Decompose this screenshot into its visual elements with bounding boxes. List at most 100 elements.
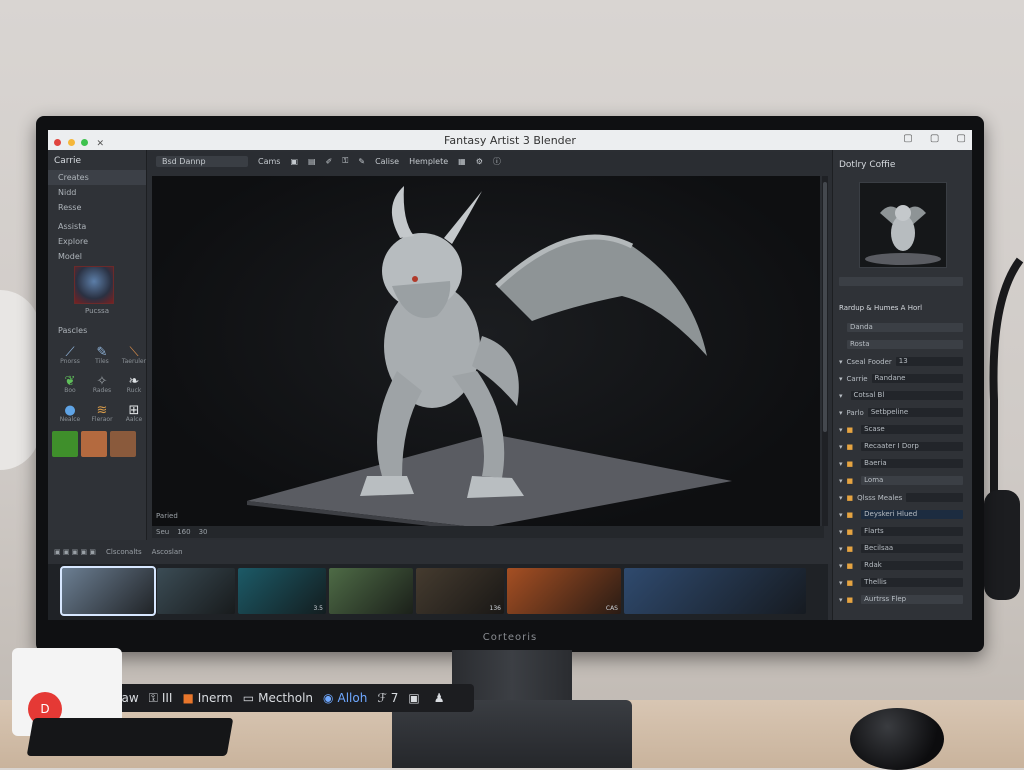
close-icon[interactable]: ▢ <box>957 133 966 144</box>
property-row[interactable]: ▾ ■ Flarts <box>839 526 963 537</box>
filmstrip-frame[interactable] <box>329 568 413 614</box>
model-thumbnail[interactable] <box>74 266 114 304</box>
3d-viewport[interactable]: Paried <box>152 176 820 526</box>
property-row[interactable]: Danda <box>839 322 963 333</box>
property-row[interactable]: ▾ ■ Loma <box>839 475 963 486</box>
property-value[interactable]: 13 <box>895 357 963 366</box>
filmstrip-frame[interactable] <box>60 566 156 616</box>
chevron-down-icon[interactable]: ▾ <box>839 494 843 502</box>
chevron-down-icon[interactable]: ▾ <box>839 511 843 519</box>
chevron-down-icon[interactable]: ▾ <box>839 392 843 400</box>
taskbar-item[interactable]: ■ Inerm <box>182 691 232 705</box>
chevron-down-icon[interactable]: ▾ <box>839 375 843 383</box>
filmstrip-icon[interactable]: ▣ ▣ ▣ ▣ ▣ <box>54 548 96 556</box>
tree-item-0[interactable]: Creates <box>48 170 146 185</box>
info-icon[interactable]: ⓘ <box>493 156 501 167</box>
property-value[interactable]: Aurtrss Flep <box>861 595 963 604</box>
tree-item-1[interactable]: Nidd <box>48 185 146 200</box>
property-row[interactable]: ▾ ■ Recaater I Dorp <box>839 441 963 452</box>
chevron-down-icon[interactable]: ▾ <box>839 409 843 417</box>
property-row[interactable]: Rosta <box>839 339 963 350</box>
scene-search-field[interactable]: Bsd Dannp <box>156 155 248 167</box>
property-value[interactable]: Scase <box>861 425 963 434</box>
filmstrip-frame[interactable]: CAS <box>507 568 621 614</box>
chevron-down-icon[interactable]: ▾ <box>839 477 843 485</box>
filmstrip-tab[interactable]: Ascoslan <box>152 548 183 556</box>
filmstrip-frame[interactable] <box>157 568 235 614</box>
tree-item-2[interactable]: Resse <box>48 200 146 215</box>
property-value[interactable]: Loma <box>861 476 963 485</box>
chevron-down-icon[interactable]: ▾ <box>839 562 843 570</box>
chevron-down-icon[interactable]: ▾ <box>839 358 843 366</box>
layers-icon[interactable]: ▤ <box>308 157 316 166</box>
toolbar-item-cams[interactable]: Cams <box>258 157 280 166</box>
property-row[interactable]: ▾ Carrie Randane <box>839 373 963 384</box>
chevron-down-icon[interactable]: ▾ <box>839 545 843 553</box>
property-row[interactable]: ▾ ■ Deyskeri Hlued <box>839 509 963 520</box>
property-row[interactable]: ▾ Cotsal Bl <box>839 390 963 401</box>
property-value[interactable]: Thellis <box>861 578 963 587</box>
toolbar-item-hemplete[interactable]: Hemplete <box>409 157 448 166</box>
grid-icon[interactable]: ▦ <box>458 157 466 166</box>
lock-icon[interactable]: ⚿ <box>342 156 348 166</box>
paint-icon[interactable]: ✐ <box>326 157 333 166</box>
property-row[interactable]: ▾ Cseal Fooder 13 <box>839 356 963 367</box>
chevron-down-icon[interactable]: ▾ <box>839 528 843 536</box>
taskbar-item[interactable]: ℱ7 <box>377 691 398 705</box>
chevron-down-icon[interactable]: ▾ <box>839 443 843 451</box>
pencil-icon[interactable]: ✎ <box>358 157 365 166</box>
taskbar-item[interactable]: ▭ Mectholn <box>243 691 313 705</box>
filmstrip-tab[interactable]: Clsconalts <box>106 548 142 556</box>
toolbar-item-calise[interactable]: Calise <box>375 157 399 166</box>
save-icon[interactable]: ▣ <box>290 157 298 166</box>
brush-label: Rades <box>92 387 112 394</box>
settings-icon[interactable]: ⚙ <box>476 157 483 166</box>
property-value[interactable] <box>906 493 963 502</box>
filmstrip-frame[interactable]: 3.5 <box>238 568 326 614</box>
swatch-brown[interactable] <box>110 431 136 457</box>
right-panel-tabs[interactable]: Rardup & Humes A Horl <box>839 302 963 313</box>
chevron-down-icon[interactable]: ▾ <box>839 596 843 604</box>
property-value[interactable]: Rosta <box>847 340 963 349</box>
filmstrip-frame[interactable] <box>624 568 806 614</box>
taskbar-label: Alloh <box>337 691 368 705</box>
taskbar-item[interactable]: ⚿ III <box>149 691 173 706</box>
property-value[interactable]: Baeria <box>861 459 963 468</box>
slider-track[interactable] <box>839 277 963 286</box>
filmstrip-frame[interactable]: 136 <box>416 568 504 614</box>
maximize-icon[interactable]: ▢ <box>930 133 939 144</box>
minimize-icon[interactable]: ▢ <box>903 133 912 144</box>
property-row[interactable]: ▾ ■ Aurtrss Flep <box>839 594 963 605</box>
property-row[interactable]: ▾ ■ Rdak <box>839 560 963 571</box>
property-row[interactable]: ▾ ■ Becilsaa <box>839 543 963 554</box>
property-value[interactable]: Danda <box>847 323 963 332</box>
chevron-down-icon[interactable]: ▾ <box>839 579 843 587</box>
property-value[interactable]: Deyskeri Hlued <box>861 510 963 519</box>
taskbar-item[interactable]: ▣ <box>408 691 423 705</box>
chevron-down-icon[interactable]: ▾ <box>839 460 843 468</box>
tree-item-3[interactable]: Assista <box>48 219 146 234</box>
model-preview[interactable] <box>859 182 947 268</box>
folder-icon: ■ <box>846 510 854 519</box>
property-slider-row[interactable] <box>839 276 963 287</box>
property-value[interactable]: Randane <box>871 374 963 383</box>
taskbar-item[interactable]: ♟ <box>434 691 449 705</box>
taskbar-item[interactable]: ◉ Alloh <box>323 691 367 705</box>
viewport-scrollbar[interactable] <box>822 176 828 526</box>
property-row[interactable]: ▾ Parlo Setbpeline <box>839 407 963 418</box>
property-value[interactable]: Flarts <box>861 527 963 536</box>
chevron-down-icon[interactable]: ▾ <box>839 426 843 434</box>
swatch-orange[interactable] <box>81 431 107 457</box>
property-row[interactable]: ▾ ■ Scase <box>839 424 963 435</box>
swatch-green[interactable] <box>52 431 78 457</box>
property-row[interactable]: ▾ ■ Qlsss Meales <box>839 492 963 503</box>
tree-item-5[interactable]: Model <box>48 249 146 264</box>
property-value[interactable]: Cotsal Bl <box>850 391 963 400</box>
tree-item-4[interactable]: Explore <box>48 234 146 249</box>
property-row[interactable]: ▾ ■ Thellis <box>839 577 963 588</box>
property-row[interactable]: ▾ ■ Baeria <box>839 458 963 469</box>
property-value[interactable]: Rdak <box>861 561 963 570</box>
property-value[interactable]: Becilsaa <box>861 544 963 553</box>
property-value[interactable]: Recaater I Dorp <box>861 442 963 451</box>
property-value[interactable]: Setbpeline <box>867 408 963 417</box>
